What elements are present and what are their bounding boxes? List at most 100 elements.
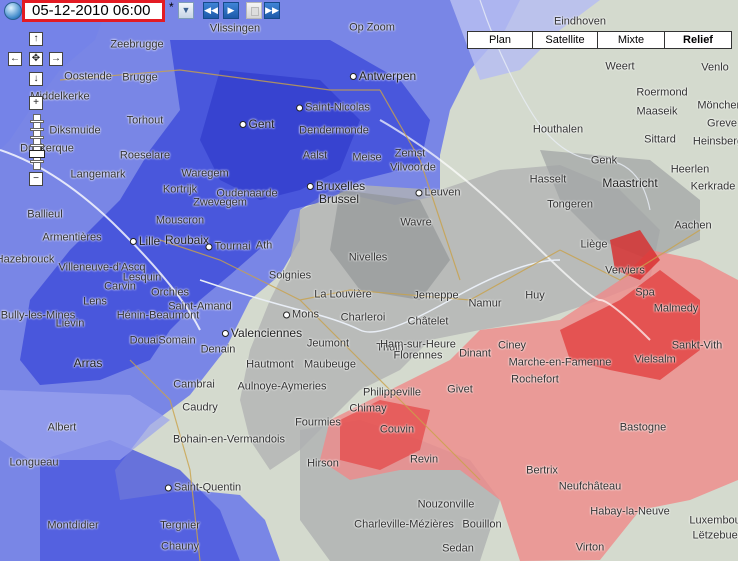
city-label: Couvin [380, 424, 414, 436]
city-label: Ath [256, 240, 273, 252]
timestamp-dropdown-button[interactable]: ▼ [178, 2, 194, 19]
city-name: Dinant [459, 347, 491, 360]
city-name: Cambrai [173, 378, 215, 391]
zoom-tick[interactable] [30, 120, 44, 123]
city-label: Bruxelles [306, 180, 365, 192]
city-label: Tournai [205, 241, 251, 253]
city-name: Eindhoven [554, 15, 606, 28]
city-name: Nouzonville [417, 498, 475, 511]
zoom-slider-handle[interactable] [29, 150, 45, 158]
city-name: Brussel [318, 192, 360, 206]
pan-center-button[interactable]: ✥ [29, 52, 43, 66]
city-label: Lens [83, 295, 107, 308]
city-name: Bertrix [526, 464, 558, 477]
city-name: Brugge [122, 71, 158, 84]
city-label: Arras [74, 357, 103, 369]
city-label: Nouzonville [417, 498, 475, 511]
pan-up-button[interactable]: ↑ [29, 32, 43, 46]
city-label: Rochefort [511, 374, 559, 386]
rewind-button[interactable]: ◀◀ [203, 2, 219, 19]
city-label: Leuven [415, 187, 461, 199]
city-label: Vielsalm [634, 354, 675, 366]
city-label: Maaseik [637, 106, 678, 118]
city-label: Maubeuge [304, 359, 356, 371]
city-label: Namur [468, 297, 502, 310]
city-name: Langemark [70, 168, 126, 181]
map-type-plan[interactable]: Plan [467, 31, 533, 49]
city-label: Maastricht [602, 177, 657, 189]
city-label: Hénin-Beaumont [116, 309, 200, 322]
map-type-satellite[interactable]: Satellite [532, 31, 598, 49]
timestamp-field[interactable]: 05-12-2010 06:00 [22, 0, 165, 22]
city-name: Tongeren [547, 198, 593, 211]
city-name: Lesquin [122, 271, 162, 284]
zoom-tick[interactable] [30, 128, 44, 131]
zoom-tick[interactable] [30, 136, 44, 139]
zoom-tick[interactable] [30, 160, 44, 163]
city-name: Waregem [181, 167, 229, 180]
city-label: Wavre [400, 216, 432, 229]
city-label: Dendermonde [299, 125, 369, 137]
city-name: Hirson [307, 457, 339, 470]
city-name: Houthalen [532, 123, 584, 136]
city-marker-icon [296, 104, 304, 112]
city-name: Kortrijk [162, 183, 198, 196]
city-name: Wavre [400, 216, 432, 229]
map-type-mixte[interactable]: Mixte [597, 31, 665, 49]
city-name: Luxembourg [689, 514, 738, 527]
city-label: Greve [707, 118, 737, 130]
city-label: Bastogne [620, 422, 666, 434]
city-label: Langemark [70, 168, 126, 181]
city-name: Saint-Quentin [173, 481, 242, 494]
city-label: Heinsberg [693, 136, 738, 148]
stop-button[interactable] [246, 2, 262, 19]
city-name: Neufchâteau [558, 480, 622, 493]
city-label: Antwerpen [349, 70, 416, 82]
city-name: Sittard [644, 133, 676, 146]
city-label: Philippeville [363, 387, 421, 399]
city-label: Bouillon [462, 519, 501, 531]
city-name: Aachen [674, 219, 712, 232]
city-name: Hénin-Beaumont [116, 309, 200, 322]
city-name: Namur [468, 297, 502, 310]
globe-icon[interactable] [4, 2, 22, 20]
city-name: Florennes [393, 349, 443, 362]
city-label: Marche-en-Famenne [509, 357, 612, 369]
zoom-tick[interactable] [30, 144, 44, 147]
city-label: Lille [129, 235, 160, 247]
city-label: Vilvoorde [390, 161, 436, 174]
zoom-out-button[interactable]: − [29, 172, 43, 186]
city-name: Montdidier [47, 519, 99, 532]
city-name: Zwevegem [193, 196, 247, 209]
map-type-relief[interactable]: Relief [664, 31, 732, 49]
city-label: La Louvière [314, 289, 372, 301]
city-name: Lens [83, 295, 107, 308]
forward-button[interactable]: ▶▶ [264, 2, 280, 19]
city-label: Lesquin [122, 271, 162, 284]
city-name: Zemst [394, 147, 426, 160]
city-label: Chauny [161, 541, 199, 553]
city-label: Bully-les-Mines [1, 310, 76, 322]
city-label: Bohain-en-Vermandois [173, 434, 285, 446]
city-name: Venlo [701, 61, 729, 74]
play-button[interactable]: ▶ [223, 2, 239, 19]
pan-down-button[interactable]: ↓ [29, 72, 43, 86]
pan-left-button[interactable]: ← [8, 52, 22, 66]
city-name: Vilvoorde [390, 161, 436, 174]
zoom-in-button[interactable]: + [29, 96, 43, 110]
city-label: Meise [352, 152, 381, 164]
city-label: Hautmont [246, 359, 294, 371]
city-name: Diksmuide [49, 124, 101, 137]
city-name: Jeumont [306, 337, 350, 350]
city-name: Sankt-Vith [671, 339, 723, 352]
city-label: Hasselt [530, 174, 567, 186]
city-name: Châtelet [407, 315, 449, 328]
city-label: Montdidier [47, 519, 99, 532]
city-label: Dinant [459, 347, 491, 360]
pan-right-button[interactable]: → [49, 52, 63, 66]
map-canvas[interactable]: Zeebrugge Oostende Brugge Middelkerke Diksmu… [0, 0, 738, 561]
city-label: Chimay [349, 403, 386, 415]
city-name: Kerkrade [690, 180, 736, 193]
city-label: Florennes [393, 349, 443, 362]
timeline-bar: 05-12-2010 06:00 * ▼ ◀◀ ▶ ▶▶ [0, 0, 290, 22]
